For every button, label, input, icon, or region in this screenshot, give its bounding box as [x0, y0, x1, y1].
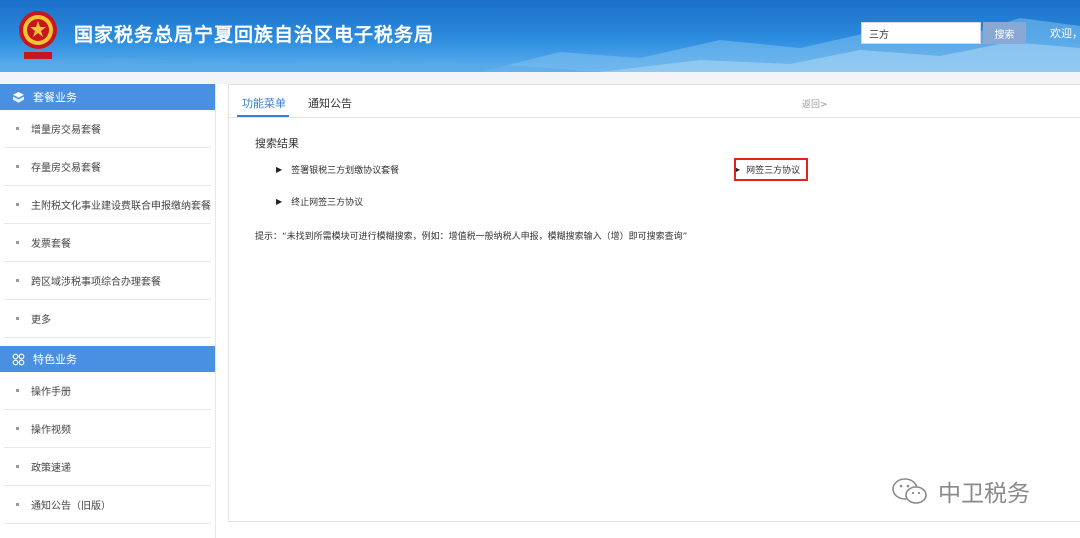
bullet-icon: [16, 317, 19, 320]
result-link-sign-tripartite-package[interactable]: ▶ 签署银税三方划缴协议套餐: [276, 163, 399, 176]
sidebar-item-label: 存量房交易套餐: [31, 163, 101, 174]
active-tab-indicator: [237, 115, 289, 117]
watermark-text: 中卫税务: [938, 481, 1030, 507]
sidebar-section-featured[interactable]: 特色业务: [0, 346, 215, 372]
triangle-right-icon: ▶: [276, 165, 283, 174]
bullet-icon: [16, 279, 19, 282]
bullet-icon: [16, 203, 19, 206]
sidebar-item-policy[interactable]: 政策速递: [4, 448, 211, 486]
sidebar-item-label: 通知公告（旧版）: [31, 501, 111, 512]
bullet-icon: [16, 427, 19, 430]
sidebar-item-label: 发票套餐: [31, 239, 71, 250]
grid-icon: [12, 353, 25, 366]
sidebar-item-label: 操作视频: [31, 425, 71, 436]
sidebar-item-label: 增量房交易套餐: [31, 125, 101, 136]
sidebar-item-label: 政策速递: [31, 463, 71, 474]
cube-icon: [12, 91, 25, 104]
sidebar-section-title: 特色业务: [33, 353, 77, 366]
sidebar-item-label: 更多: [31, 315, 51, 326]
bullet-icon: [16, 127, 19, 130]
result-label: 签署银税三方划缴协议套餐: [291, 166, 400, 176]
sidebar-item-video[interactable]: 操作视频: [4, 410, 211, 448]
search-hint: 提示：“未找到所需模块可进行模糊搜索，例如：增值税一般纳税人申报，模糊搜索输入（…: [255, 232, 688, 242]
bullet-icon: [16, 465, 19, 468]
bullet-icon: [16, 165, 19, 168]
triangle-right-icon: ▶: [276, 197, 283, 206]
sidebar-item-incremental-housing[interactable]: 增量房交易套餐: [4, 110, 211, 148]
search-button[interactable]: 搜索: [983, 22, 1026, 44]
tab-notices[interactable]: 通知公告: [308, 95, 352, 111]
search-results-title: 搜索结果: [255, 137, 299, 150]
sidebar-item-cross-region[interactable]: 跨区域涉税事项综合办理套餐: [4, 262, 211, 300]
main-panel: 功能菜单 通知公告 返回> 搜索结果 ▶ 签署银税三方划缴协议套餐 ▶ 网签三方…: [228, 84, 1080, 522]
site-title: 国家税务总局宁夏回族自治区电子税务局: [74, 24, 435, 46]
sidebar-item-more[interactable]: 更多: [4, 300, 211, 338]
tab-function-menu[interactable]: 功能菜单: [242, 95, 286, 111]
result-label: 终止网签三方协议: [291, 198, 364, 208]
sidebar-item-label: 操作手册: [31, 387, 71, 398]
sidebar: 套餐业务 增量房交易套餐 存量房交易套餐 主附税文化事业建设费联合申报缴纳套餐 …: [0, 84, 216, 538]
tax-emblem-icon: [19, 11, 57, 59]
header-banner: 国家税务总局宁夏回族自治区电子税务局 搜索 欢迎，: [0, 0, 1080, 72]
sidebar-item-old-notices[interactable]: 通知公告（旧版）: [4, 486, 211, 524]
sidebar-item-label: 跨区域涉税事项综合办理套餐: [31, 277, 161, 288]
welcome-text: 欢迎，: [1050, 27, 1080, 40]
back-link[interactable]: 返回>: [802, 97, 828, 110]
sidebar-item-label: 主附税文化事业建设费联合申报缴纳套餐: [31, 201, 211, 212]
sidebar-item-existing-housing[interactable]: 存量房交易套餐: [4, 148, 211, 186]
sidebar-item-joint-declaration[interactable]: 主附税文化事业建设费联合申报缴纳套餐: [4, 186, 211, 224]
watermark: 中卫税务: [890, 474, 1030, 508]
header-divider: [0, 72, 1080, 84]
search-input[interactable]: [861, 22, 981, 44]
bullet-icon: [16, 389, 19, 392]
result-link-terminate-tripartite[interactable]: ▶ 终止网签三方协议: [276, 195, 363, 208]
sidebar-item-manual[interactable]: 操作手册: [4, 372, 211, 410]
sidebar-section-title: 套餐业务: [33, 91, 77, 104]
bullet-icon: [16, 503, 19, 506]
tab-bar: 功能菜单 通知公告 返回>: [229, 85, 1080, 118]
sidebar-section-package[interactable]: 套餐业务: [0, 84, 215, 110]
wechat-icon: [892, 478, 927, 504]
highlight-box: [734, 158, 808, 181]
sidebar-item-invoice-package[interactable]: 发票套餐: [4, 224, 211, 262]
bullet-icon: [16, 241, 19, 244]
